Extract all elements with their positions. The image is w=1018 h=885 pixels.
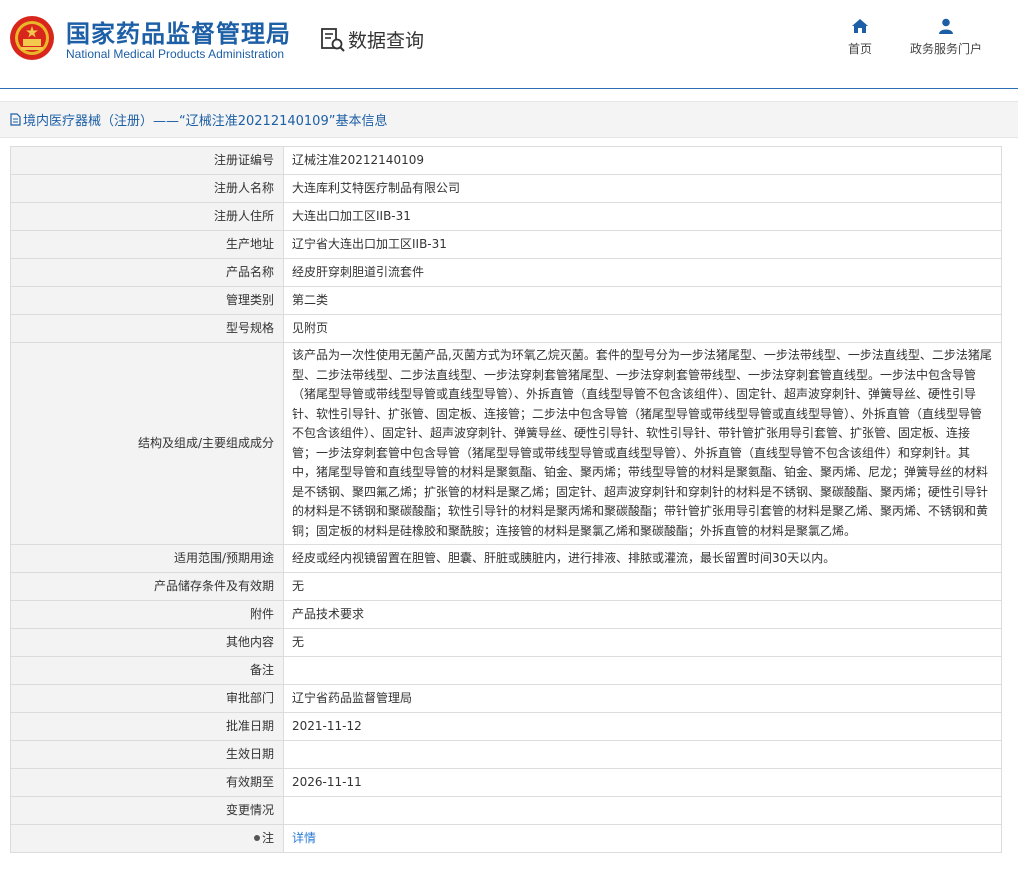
table-row: 生效日期 — [10, 740, 1002, 769]
document-search-icon — [321, 27, 345, 52]
data-query-label: 数据查询 — [348, 30, 425, 52]
table-row: 注册人住所 大连出口加工区IIB-31 — [10, 202, 1002, 231]
field-value: 大连库利艾特医疗制品有限公司 — [283, 174, 1002, 203]
data-query-link[interactable]: 数据查询 — [320, 26, 424, 53]
field-value — [283, 796, 1002, 825]
breadcrumb: 境内医疗器械（注册）——“辽械注准20212140109”基本信息 — [0, 101, 1018, 138]
table-row: 产品名称 经皮肝穿刺胆道引流套件 — [10, 258, 1002, 287]
table-row: 备注 — [10, 656, 1002, 685]
nav-service-portal[interactable]: 政务服务门户 — [910, 18, 982, 57]
field-value — [283, 656, 1002, 685]
table-row: 产品储存条件及有效期 无 — [10, 572, 1002, 601]
field-value: 无 — [283, 572, 1002, 601]
document-icon — [10, 113, 21, 126]
field-label: 产品名称 — [10, 258, 284, 287]
field-label: 附件 — [10, 600, 284, 629]
detail-link[interactable]: 详情 — [292, 831, 316, 845]
field-label: 注册人名称 — [10, 174, 284, 203]
field-value: 辽械注准20212140109 — [283, 146, 1002, 175]
table-row: 变更情况 — [10, 796, 1002, 825]
table-row: 注册人名称 大连库利艾特医疗制品有限公司 — [10, 174, 1002, 203]
field-value: 辽宁省药品监督管理局 — [283, 684, 1002, 713]
field-label: 注册证编号 — [10, 146, 284, 175]
field-label: 批准日期 — [10, 712, 284, 741]
table-row: 适用范围/预期用途 经皮或经内视镜留置在胆管、胆囊、肝脏或胰脏内，进行排液、排脓… — [10, 544, 1002, 573]
field-value: 该产品为一次性使用无菌产品,灭菌方式为环氧乙烷灭菌。套件的型号分为一步法猪尾型、… — [283, 342, 1002, 545]
table-row: 注册证编号 辽械注准20212140109 — [10, 146, 1002, 175]
table-row: 管理类别 第二类 — [10, 286, 1002, 315]
field-value: 第二类 — [283, 286, 1002, 315]
table-row: 有效期至 2026-11-11 — [10, 768, 1002, 797]
field-label: 变更情况 — [10, 796, 284, 825]
table-row: 结构及组成/主要组成成分 该产品为一次性使用无菌产品,灭菌方式为环氧乙烷灭菌。套… — [10, 342, 1002, 545]
table-row: 批准日期 2021-11-12 — [10, 712, 1002, 741]
field-label: 产品储存条件及有效期 — [10, 572, 284, 601]
field-value: 无 — [283, 628, 1002, 657]
table-row: 附件 产品技术要求 — [10, 600, 1002, 629]
field-value: 大连出口加工区IIB-31 — [283, 202, 1002, 231]
nav-home-label: 首页 — [848, 42, 873, 56]
site-subtitle: National Medical Products Administration — [66, 47, 285, 61]
field-label: 注册人住所 — [10, 202, 284, 231]
field-value: 经皮肝穿刺胆道引流套件 — [283, 258, 1002, 287]
field-value: 见附页 — [283, 314, 1002, 343]
national-emblem-icon — [10, 16, 54, 60]
field-value-cell: 详情 — [283, 824, 1002, 853]
site-header: 国家药品监督管理局 National Medical Products Admi… — [0, 0, 1018, 89]
table-row: 注 详情 — [10, 824, 1002, 853]
field-label: 结构及组成/主要组成成分 — [10, 342, 284, 545]
table-row: 审批部门 辽宁省药品监督管理局 — [10, 684, 1002, 713]
field-label: 注 — [261, 830, 274, 845]
field-value: 经皮或经内视镜留置在胆管、胆囊、肝脏或胰脏内，进行排液、排脓或灌流，最长留置时间… — [283, 544, 1002, 573]
breadcrumb-text: 境内医疗器械（注册）——“辽械注准20212140109”基本信息 — [23, 114, 388, 129]
field-label: 管理类别 — [10, 286, 284, 315]
field-value: 2021-11-12 — [283, 712, 1002, 741]
field-label: 生产地址 — [10, 230, 284, 259]
table-row: 其他内容 无 — [10, 628, 1002, 657]
nav-home[interactable]: 首页 — [848, 18, 872, 57]
field-value: 辽宁省大连出口加工区IIB-31 — [283, 230, 1002, 259]
bullet-icon — [253, 835, 260, 842]
field-value — [283, 740, 1002, 769]
field-value: 2026-11-11 — [283, 768, 1002, 797]
field-label: 其他内容 — [10, 628, 284, 657]
field-label: 适用范围/预期用途 — [10, 544, 284, 573]
field-value: 产品技术要求 — [283, 600, 1002, 629]
detail-table: 注册证编号 辽械注准20212140109 注册人名称 大连库利艾特医疗制品有限… — [10, 146, 1002, 853]
field-label: 有效期至 — [10, 768, 284, 797]
table-row: 生产地址 辽宁省大连出口加工区IIB-31 — [10, 230, 1002, 259]
table-row: 型号规格 见附页 — [10, 314, 1002, 343]
site-title: 国家药品监督管理局 — [66, 20, 291, 48]
field-label: 型号规格 — [10, 314, 284, 343]
field-label: 审批部门 — [10, 684, 284, 713]
user-icon — [939, 18, 953, 34]
home-icon — [852, 19, 868, 33]
field-label: 备注 — [10, 656, 284, 685]
nav-service-portal-label: 政务服务门户 — [910, 42, 983, 56]
note-label-cell: 注 — [10, 824, 284, 853]
field-label: 生效日期 — [10, 740, 284, 769]
